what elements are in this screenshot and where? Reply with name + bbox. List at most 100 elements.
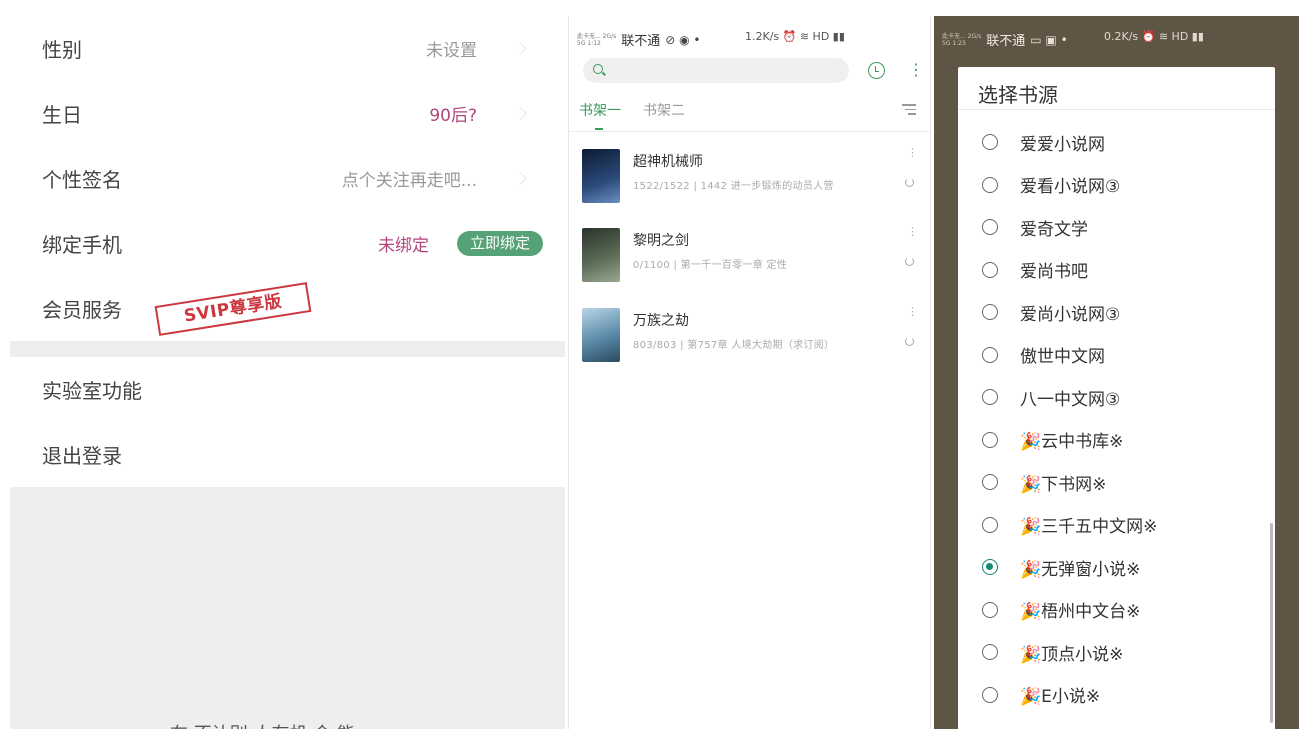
more-menu-icon[interactable]: ⋮ bbox=[908, 62, 924, 78]
source-option[interactable]: 爱尚书吧 bbox=[958, 249, 1275, 291]
source-option[interactable]: 🎉三千五中文网※ bbox=[958, 504, 1275, 546]
radio-unchecked-icon[interactable] bbox=[982, 176, 998, 193]
dialog-title: 选择书源 bbox=[978, 83, 1058, 107]
birthday-label: 生日 bbox=[42, 103, 82, 127]
extra-section: 实验室功能 退出登录 bbox=[10, 357, 565, 487]
book-more-icon[interactable]: ⋮ bbox=[907, 226, 918, 237]
radio-checked-icon[interactable] bbox=[982, 559, 998, 575]
status-icons-right: 0.2K/s ⏰ ≋ HD ▮▮ bbox=[1104, 30, 1204, 43]
shelf-tabs: 书架一 书架二 bbox=[579, 100, 685, 130]
source-option[interactable]: 八一中文网③ bbox=[958, 376, 1275, 418]
refresh-icon[interactable] bbox=[905, 178, 914, 187]
lab-features-row[interactable]: 实验室功能 bbox=[10, 357, 565, 422]
status-bar: 此卡无... 2G/s 5G 1:12 联不通 ⊘ ◉ • 1.2K/s ⏰ ≋… bbox=[569, 16, 930, 58]
bookshelf-panel: 此卡无... 2G/s 5G 1:12 联不通 ⊘ ◉ • 1.2K/s ⏰ ≋… bbox=[568, 16, 931, 729]
tab-shelf-one[interactable]: 书架一 bbox=[579, 100, 621, 130]
book-progress: 0/1100 | 第一千一百零一章 定性 bbox=[633, 260, 788, 271]
source-option[interactable]: 傲世中文网 bbox=[958, 334, 1275, 376]
book-title: 黎明之剑 bbox=[633, 233, 689, 249]
source-option[interactable]: 爱爱小说网 bbox=[958, 121, 1275, 163]
sort-menu-icon[interactable] bbox=[902, 104, 916, 118]
book-progress: 803/803 | 第757章 人境大劫期（求订阅） bbox=[633, 340, 835, 351]
source-option[interactable]: 🎉E小说※ bbox=[958, 674, 1275, 716]
signal-info-top: 此卡无... 2G/s bbox=[942, 32, 982, 40]
radio-unchecked-icon[interactable] bbox=[982, 431, 998, 448]
section-divider bbox=[10, 341, 565, 357]
source-option-label: 🎉顶点小说※ bbox=[1020, 644, 1124, 665]
source-option-label: 傲世中文网 bbox=[1020, 347, 1105, 367]
book-cover bbox=[582, 228, 620, 282]
book-more-icon[interactable]: ⋮ bbox=[907, 306, 918, 317]
radio-unchecked-icon[interactable] bbox=[982, 644, 998, 660]
refresh-icon[interactable] bbox=[905, 337, 914, 346]
gender-label: 性别 bbox=[42, 38, 82, 62]
signature-value: 点个关注再走吧... bbox=[341, 171, 477, 191]
radio-unchecked-icon[interactable] bbox=[982, 601, 998, 618]
source-option-label: 🎉下书网※ bbox=[1020, 474, 1107, 495]
bind-phone-row[interactable]: 绑定手机 未绑定 立即绑定 bbox=[10, 211, 565, 276]
membership-label: 会员服务 bbox=[42, 298, 122, 322]
bind-phone-label: 绑定手机 bbox=[42, 233, 122, 257]
source-option[interactable]: 🎉顶点小说※ bbox=[958, 631, 1275, 673]
birthday-row[interactable]: 生日 90后? bbox=[10, 81, 565, 146]
radio-unchecked-icon[interactable] bbox=[982, 304, 998, 320]
source-option[interactable]: 爱尚小说网③ bbox=[958, 291, 1275, 333]
book-progress: 1522/1522 | 1442 进一步锻炼的动员人营 bbox=[633, 181, 834, 192]
chevron-right-icon bbox=[514, 42, 527, 55]
membership-row[interactable]: 会员服务 SVIP尊享版 bbox=[10, 276, 565, 341]
source-option-label: 爱爱小说网 bbox=[1020, 134, 1105, 155]
tab-divider bbox=[569, 131, 930, 132]
radio-unchecked-icon[interactable] bbox=[982, 219, 998, 235]
gender-row[interactable]: 性别 未设置 bbox=[10, 16, 565, 81]
book-cover bbox=[582, 308, 620, 362]
source-option[interactable]: 🎉云中书库※ bbox=[958, 419, 1275, 461]
book-title: 万族之劫 bbox=[633, 313, 689, 329]
search-icon bbox=[593, 64, 603, 74]
scrollbar[interactable] bbox=[1270, 523, 1273, 723]
radio-unchecked-icon[interactable] bbox=[982, 516, 998, 533]
select-source-dialog: 选择书源 爱爱小说网爱看小说网③ 爱奇文学爱尚书吧爱尚小说网③ 傲世中文网八一中文网… bbox=[958, 67, 1275, 729]
source-option-label: 爱尚小说网③ bbox=[1020, 304, 1121, 325]
radio-unchecked-icon[interactable] bbox=[982, 686, 998, 703]
radio-unchecked-icon[interactable] bbox=[982, 261, 998, 278]
source-option[interactable]: 🎉下书网※ bbox=[958, 461, 1275, 503]
radio-unchecked-icon[interactable] bbox=[982, 346, 998, 363]
profile-settings-panel: 性别 未设置 生日 90后? 个性签名 点个关注再走吧... 绑定手机 未绑定 … bbox=[10, 16, 565, 729]
gender-value: 未设置 bbox=[426, 41, 477, 61]
radio-unchecked-icon[interactable] bbox=[982, 389, 998, 405]
refresh-icon[interactable] bbox=[905, 257, 914, 266]
lab-features-label: 实验室功能 bbox=[42, 379, 142, 403]
signature-row[interactable]: 个性签名 点个关注再走吧... bbox=[10, 146, 565, 211]
source-option[interactable]: 爱看小说网③ bbox=[958, 164, 1275, 206]
source-option[interactable]: 🎉无弹窗小说※ bbox=[958, 546, 1275, 588]
book-title: 超神机械师 bbox=[633, 154, 703, 170]
book-more-icon[interactable]: ⋮ bbox=[907, 147, 918, 158]
source-select-panel: 此卡无... 2G/s 5G 1:23 联不通 ▭ ▣ • 0.2K/s ⏰ ≋… bbox=[934, 16, 1299, 729]
dialog-divider bbox=[958, 109, 1275, 110]
search-bar[interactable] bbox=[583, 58, 849, 83]
source-option-label: 🎉E小说※ bbox=[1020, 687, 1101, 707]
chevron-right-icon bbox=[514, 172, 527, 185]
source-option-label: 爱尚书吧 bbox=[1020, 262, 1088, 282]
source-option-label: 🎉梧州中文台※ bbox=[1020, 602, 1141, 622]
book-item[interactable]: 超神机械师 1522/1522 | 1442 进一步锻炼的动员人营 ⋮ bbox=[569, 147, 930, 229]
signal-info-top: 此卡无... 2G/s bbox=[577, 32, 617, 40]
status-icons-left: ⊘ ◉ • bbox=[665, 32, 701, 47]
book-item[interactable]: 黎明之剑 0/1100 | 第一千一百零一章 定性 ⋮ bbox=[569, 226, 930, 308]
source-option-label: 爱奇文学 bbox=[1020, 219, 1088, 240]
chevron-right-icon bbox=[514, 107, 527, 120]
book-item[interactable]: 万族之劫 803/803 | 第757章 人境大劫期（求订阅） ⋮ bbox=[569, 306, 930, 388]
source-option[interactable]: 🎉梧州中文台※ bbox=[958, 589, 1275, 631]
svip-stamp: SVIP尊享版 bbox=[154, 282, 312, 336]
status-bar: 此卡无... 2G/s 5G 1:23 联不通 ▭ ▣ • 0.2K/s ⏰ ≋… bbox=[934, 16, 1299, 58]
bind-now-button[interactable]: 立即绑定 bbox=[456, 231, 543, 256]
carrier-name: 联不通 bbox=[986, 34, 1026, 49]
radio-unchecked-icon[interactable] bbox=[982, 134, 998, 150]
tab-shelf-two[interactable]: 书架二 bbox=[643, 100, 685, 120]
book-cover bbox=[582, 149, 620, 203]
logout-row[interactable]: 退出登录 bbox=[10, 422, 565, 487]
source-option[interactable]: 爱奇文学 bbox=[958, 206, 1275, 248]
radio-unchecked-icon[interactable] bbox=[982, 474, 998, 490]
birthday-value: 90后? bbox=[429, 106, 477, 126]
history-icon[interactable] bbox=[868, 62, 885, 79]
